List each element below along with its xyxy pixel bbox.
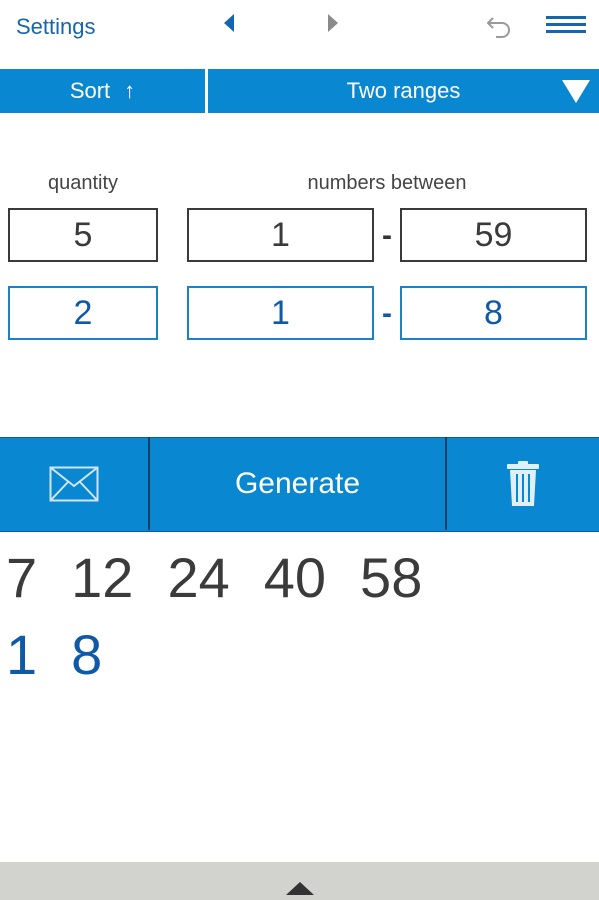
previous-arrow-icon[interactable] — [222, 12, 236, 34]
settings-link[interactable]: Settings — [16, 14, 96, 40]
results-range1: 7 12 24 40 58 — [6, 545, 422, 610]
clear-button[interactable] — [447, 437, 599, 530]
result-number: 12 — [71, 546, 134, 609]
range1-quantity-field[interactable]: 5 — [8, 208, 158, 262]
result-number: 8 — [71, 623, 103, 686]
trash-icon — [507, 460, 539, 506]
range2-to-field[interactable]: 8 — [400, 286, 587, 340]
dropdown-caret-icon[interactable] — [560, 77, 592, 105]
range1-to-field[interactable]: 59 — [400, 208, 587, 262]
range2-quantity-field[interactable]: 2 — [8, 286, 158, 340]
quantity-label: quantity — [47, 172, 119, 194]
generate-label: Generate — [234, 466, 361, 500]
expand-up-arrow-icon[interactable] — [284, 880, 316, 896]
range-mode-dropdown[interactable]: Two ranges — [208, 69, 599, 113]
range1-separator: - — [382, 219, 392, 252]
undo-icon[interactable] — [484, 10, 514, 40]
menu-icon[interactable] — [546, 14, 586, 36]
range2-from-field[interactable]: 1 — [187, 286, 374, 340]
email-button[interactable] — [0, 437, 148, 530]
numbers-between-label: numbers between — [307, 172, 467, 194]
next-arrow-icon[interactable] — [326, 12, 340, 34]
envelope-icon — [49, 466, 99, 501]
sort-button[interactable]: Sort ↑ — [0, 69, 205, 113]
result-number: 1 — [6, 623, 38, 686]
sort-direction-icon: ↑ — [124, 78, 136, 103]
result-number: 58 — [360, 546, 423, 609]
range2-separator: - — [382, 297, 392, 330]
result-number: 7 — [6, 546, 38, 609]
results-range2: 1 8 — [6, 622, 102, 687]
sort-label: Sort — [69, 78, 111, 103]
range1-from-field[interactable]: 1 — [187, 208, 374, 262]
range-mode-label: Two ranges — [346, 78, 461, 103]
result-number: 40 — [263, 546, 327, 609]
generate-button[interactable]: Generate — [150, 437, 445, 530]
result-number: 24 — [167, 546, 230, 609]
